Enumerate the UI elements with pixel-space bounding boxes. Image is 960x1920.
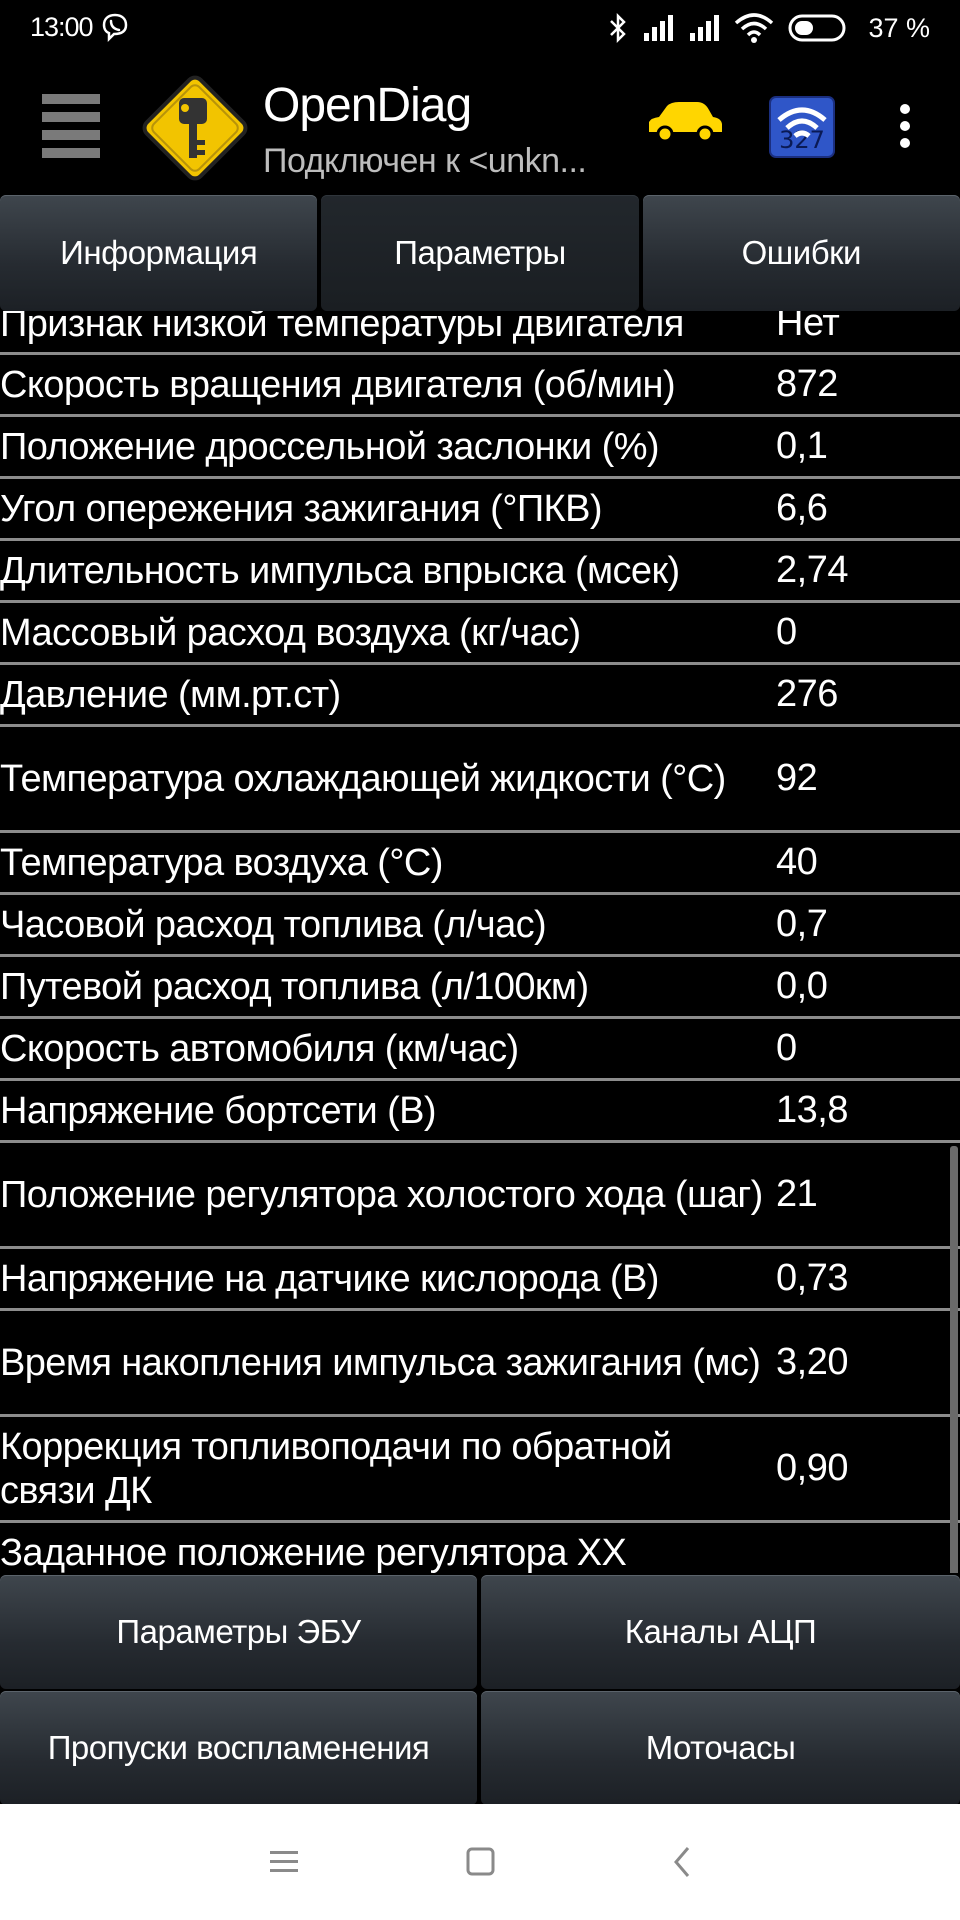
signal-icon	[644, 15, 674, 41]
parameter-value: 92	[776, 757, 818, 799]
parameter-name: Время накопления импульса зажигания (мс)	[0, 1341, 761, 1384]
app-bar: OpenDiag Подключен к <unkn... 327	[0, 58, 960, 192]
wifi-icon	[735, 13, 774, 43]
ecu-parameters-button[interactable]: Параметры ЭБУ	[0, 1575, 477, 1689]
parameter-name: Коррекция топливоподачи по обратной связ…	[0, 1425, 672, 1512]
system-nav-bar	[0, 1804, 960, 1920]
parameter-value: 2,74	[776, 549, 848, 591]
parameter-name: Положение регулятора холостого хода (шаг…	[0, 1173, 763, 1216]
menu-icon[interactable]	[42, 94, 100, 158]
parameter-value: 3,20	[776, 1341, 848, 1383]
signal-icon	[690, 15, 720, 41]
app-title: OpenDiag	[263, 79, 472, 132]
status-time: 13:00	[30, 12, 94, 42]
parameter-name: Температура охлаждающей жидкости (°С)	[0, 757, 726, 800]
list-item: Положение дроссельной заслонки (%) 0,1	[0, 417, 960, 479]
tab-bar: Информация Параметры Ошибки	[0, 195, 960, 311]
back-icon[interactable]	[660, 1840, 704, 1884]
parameter-name: Положение дроссельной заслонки (%)	[0, 425, 660, 468]
parameter-value: 276	[776, 673, 838, 715]
list-item: Коррекция топливоподачи по обратной связ…	[0, 1417, 960, 1523]
parameter-value: 6,6	[776, 487, 828, 529]
viber-icon	[102, 13, 128, 42]
list-item: Признак низкой температуры двигателя Нет	[0, 311, 960, 355]
parameter-value: 0,1	[776, 425, 828, 467]
parameter-name: Признак низкой температуры двигателя	[0, 311, 684, 345]
bottom-buttons: Параметры ЭБУ Каналы АЦП Пропуски воспла…	[0, 1573, 960, 1805]
parameter-name: Угол опережения зажигания (°ПКВ)	[0, 487, 602, 530]
list-item: Путевой расход топлива (л/100км) 0,0	[0, 957, 960, 1019]
svg-text:327: 327	[779, 126, 825, 154]
list-item: Положение регулятора холостого хода (шаг…	[0, 1143, 960, 1249]
engine-hours-button[interactable]: Моточасы	[481, 1691, 960, 1805]
tab-parameters[interactable]: Параметры	[321, 195, 639, 311]
parameter-name: Часовой расход топлива (л/час)	[0, 903, 547, 946]
parameter-name: Массовый расход воздуха (кг/час)	[0, 611, 581, 654]
parameter-value: 40	[776, 841, 818, 883]
parameter-name: Длительность импульса впрыска (мсек)	[0, 549, 680, 592]
parameter-value: 0,7	[776, 903, 828, 945]
parameter-value: 872	[776, 363, 838, 405]
list-item: Массовый расход воздуха (кг/час) 0	[0, 603, 960, 665]
list-item: Заданное положение регулятора ХХ	[0, 1523, 960, 1574]
bluetooth-icon	[610, 12, 627, 44]
list-item: Угол опережения зажигания (°ПКВ) 6,6	[0, 479, 960, 541]
elm327-wifi-icon[interactable]: 327	[769, 96, 835, 158]
parameter-name: Заданное положение регулятора ХХ	[0, 1531, 627, 1574]
parameter-value: 21	[776, 1173, 818, 1215]
list-item: Скорость автомобиля (км/час) 0	[0, 1019, 960, 1081]
parameter-value: 0,73	[776, 1257, 848, 1299]
parameter-value: 0	[776, 1027, 797, 1069]
misfire-button[interactable]: Пропуски воспламенения	[0, 1691, 477, 1805]
battery-icon	[788, 14, 846, 42]
car-icon[interactable]	[645, 98, 725, 144]
parameter-name: Напряжение бортсети (В)	[0, 1089, 437, 1132]
parameter-name: Скорость автомобиля (км/час)	[0, 1027, 519, 1070]
parameter-value: 0,90	[776, 1447, 848, 1489]
list-item: Длительность импульса впрыска (мсек) 2,7…	[0, 541, 960, 603]
parameter-name: Скорость вращения двигателя (об/мин)	[0, 363, 676, 406]
parameter-value: Нет	[776, 311, 840, 344]
list-item: Температура охлаждающей жидкости (°С) 92	[0, 727, 960, 833]
battery-percentage: 37 %	[868, 12, 930, 43]
list-item: Напряжение бортсети (В) 13,8	[0, 1081, 960, 1143]
recents-icon[interactable]	[262, 1840, 306, 1884]
list-item: Температура воздуха (°С) 40	[0, 833, 960, 895]
parameter-value: 0	[776, 611, 797, 653]
tab-errors[interactable]: Ошибки	[642, 195, 960, 311]
connection-status: Подключен к <unkn...	[263, 142, 587, 180]
parameter-value: 13,8	[776, 1089, 848, 1131]
list-scrollbar[interactable]	[950, 1146, 958, 1573]
list-item: Часовой расход топлива (л/час) 0,7	[0, 895, 960, 957]
list-item: Скорость вращения двигателя (об/мин) 872	[0, 355, 960, 417]
parameter-name: Путевой расход топлива (л/100км)	[0, 965, 589, 1008]
adc-channels-button[interactable]: Каналы АЦП	[481, 1575, 960, 1689]
parameter-value: 0,0	[776, 965, 828, 1007]
status-bar: 13:00 37 %	[0, 0, 960, 58]
home-icon[interactable]	[458, 1840, 502, 1884]
parameters-list[interactable]: Признак низкой температуры двигателя Нет…	[0, 311, 960, 1573]
list-item: Напряжение на датчике кислорода (В) 0,73	[0, 1249, 960, 1311]
list-item: Время накопления импульса зажигания (мс)…	[0, 1311, 960, 1417]
parameter-name: Напряжение на датчике кислорода (В)	[0, 1257, 659, 1300]
list-item: Давление (мм.рт.ст) 276	[0, 665, 960, 727]
tab-information[interactable]: Информация	[0, 195, 318, 311]
parameter-name: Температура воздуха (°С)	[0, 841, 443, 884]
overflow-menu-icon[interactable]	[890, 104, 920, 154]
parameter-name: Давление (мм.рт.ст)	[0, 673, 341, 716]
app-logo-key	[142, 75, 248, 181]
